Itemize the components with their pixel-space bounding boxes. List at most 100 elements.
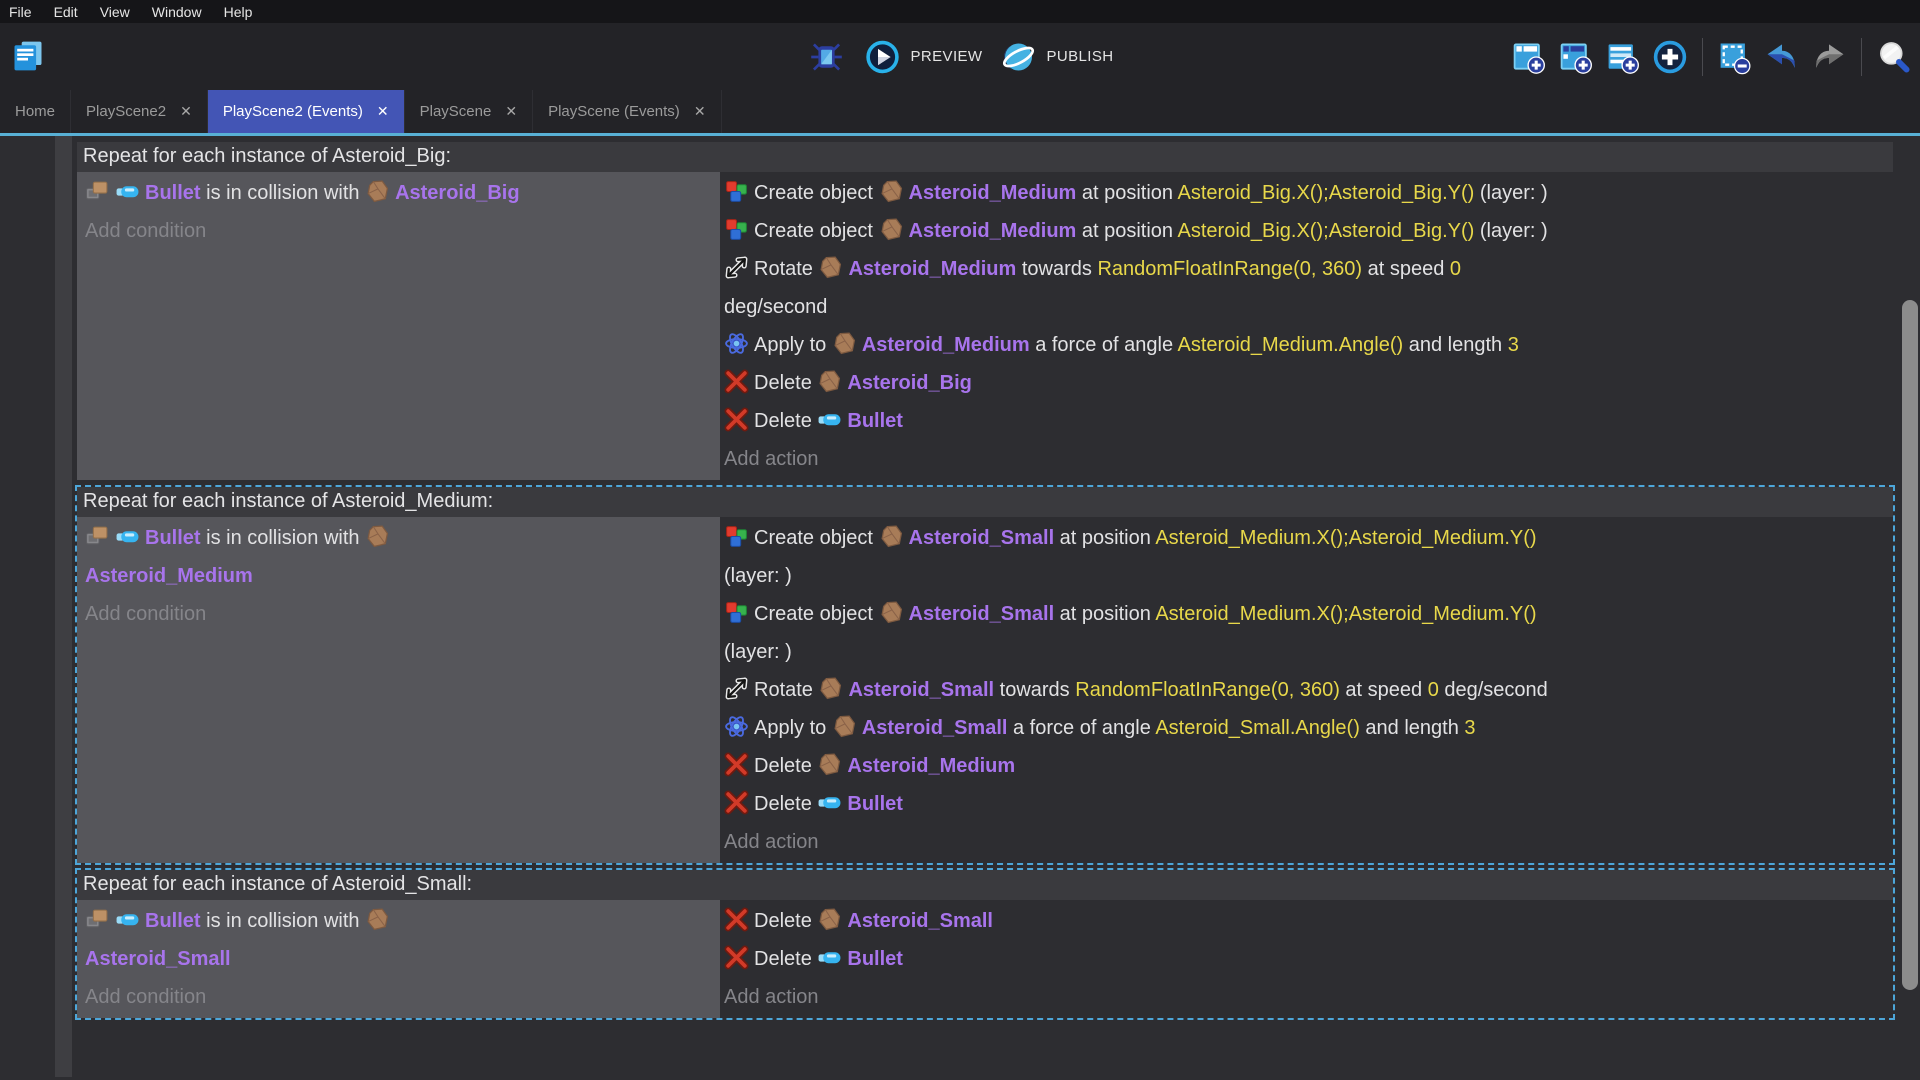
sentence-text: at speed [1362,258,1450,280]
redo-icon[interactable] [1809,37,1849,77]
tab-home[interactable]: Home [0,90,71,133]
object-name: Asteroid_Small [85,948,231,970]
add-action-button[interactable]: Add action [724,440,1883,478]
add-condition-button[interactable]: Add condition [85,212,714,250]
action-row[interactable]: Delete Bullet [724,940,1883,978]
object-name: Bullet [847,793,903,815]
new-scene-icon[interactable] [1509,37,1549,77]
new-external-layout-icon[interactable] [1556,37,1596,77]
publish-button[interactable]: PUBLISH [998,37,1113,77]
asteroid-icon [818,255,843,280]
action-row[interactable]: Create object Asteroid_Medium at positio… [724,174,1883,212]
menu-help[interactable]: Help [213,4,264,20]
add-action-button[interactable]: Add action [724,823,1883,861]
asteroid-icon [817,907,842,932]
sentence-text: (layer: ) [1474,220,1547,242]
asteroid-icon [879,217,904,242]
tab-close-icon[interactable]: ✕ [694,103,706,120]
conditions-column: Bullet is in collision with Asteroid_Big… [77,172,720,480]
menu-window[interactable]: Window [141,4,213,20]
menu-file[interactable]: File [9,4,43,20]
action-row[interactable]: Create object Asteroid_Small at position… [724,519,1883,595]
sentence-text: (layer: ) [724,565,792,587]
vertical-scrollbar[interactable] [1902,300,1918,990]
delete-icon [724,907,749,932]
object-name: Bullet [145,527,201,549]
add-action-button[interactable]: Add action [724,978,1883,1016]
debugger-icon[interactable] [807,37,847,77]
object-name: Asteroid_Medium [847,755,1015,777]
sentence-text: Apply to [754,717,832,739]
sentence-text: Apply to [754,334,832,356]
project-manager-icon[interactable] [8,36,48,76]
create-object-icon [724,524,749,549]
object-name: Asteroid_Medium [848,258,1016,280]
expression-value: RandomFloatInRange(0, 360) [1097,258,1362,280]
condition-row[interactable]: Bullet is in collision with Asteroid_Big [85,174,714,212]
action-row[interactable]: Apply to Asteroid_Medium a force of angl… [724,326,1883,364]
condition-row[interactable]: Bullet is in collision with Asteroid_Sma… [85,902,714,978]
object-name: Asteroid_Small [862,717,1008,739]
tab-close-icon[interactable]: ✕ [180,103,192,120]
tab-close-icon[interactable]: ✕ [505,103,517,120]
action-row[interactable]: Create object Asteroid_Small at position… [724,595,1883,671]
tab-label: PlayScene2 [86,103,166,120]
create-object-icon [724,217,749,242]
action-row[interactable]: Delete Bullet [724,402,1883,440]
add-new-icon[interactable] [1650,37,1690,77]
object-name: Asteroid_Small [848,679,994,701]
actions-column: Create object Asteroid_Small at position… [720,517,1893,863]
add-condition-button[interactable]: Add condition [85,978,714,1016]
tab-playscene2-events-[interactable]: PlayScene2 (Events)✕ [208,90,405,133]
tab-playscene-events-[interactable]: PlayScene (Events)✕ [533,90,721,133]
event-block: Repeat for each instance of Asteroid_Sma… [75,868,1895,1020]
action-row[interactable]: Create object Asteroid_Medium at positio… [724,212,1883,250]
object-name: Bullet [145,910,201,932]
force-icon [724,714,749,739]
menu-view[interactable]: View [89,4,141,20]
sentence-text: deg/second [724,296,827,318]
actions-column: Create object Asteroid_Medium at positio… [720,172,1893,480]
delete-icon [724,790,749,815]
add-condition-button[interactable]: Add condition [85,595,714,633]
delete-icon [724,407,749,432]
search-icon[interactable] [1874,37,1914,77]
action-row[interactable]: Rotate Asteroid_Medium towards RandomFlo… [724,250,1883,326]
sentence-text: Delete [754,410,817,432]
action-row[interactable]: Delete Asteroid_Small [724,902,1883,940]
event-repeat-header[interactable]: Repeat for each instance of Asteroid_Big… [77,142,1893,172]
sentence-text: Delete [754,910,817,932]
tab-playscene2[interactable]: PlayScene2 ✕ [71,90,208,133]
tab-label: PlayScene [420,103,492,120]
object-name: Asteroid_Small [909,527,1055,549]
action-row[interactable]: Delete Asteroid_Big [724,364,1883,402]
create-object-icon [724,179,749,204]
tab-close-icon[interactable]: ✕ [377,103,389,120]
action-row[interactable]: Delete Asteroid_Medium [724,747,1883,785]
expression-value: 0 [1450,258,1461,280]
event-repeat-header[interactable]: Repeat for each instance of Asteroid_Sma… [77,870,1893,900]
new-external-events-icon[interactable] [1603,37,1643,77]
deselect-icon[interactable] [1715,37,1755,77]
object-name: Asteroid_Big [847,372,971,394]
action-row[interactable]: Apply to Asteroid_Small a force of angle… [724,709,1883,747]
event-repeat-header[interactable]: Repeat for each instance of Asteroid_Med… [77,487,1893,517]
condition-row[interactable]: Bullet is in collision with Asteroid_Med… [85,519,714,595]
menu-edit[interactable]: Edit [43,4,89,20]
asteroid-icon [818,676,843,701]
sentence-text: at position [1054,603,1155,625]
sentence-text: Create object [754,182,879,204]
asteroid-icon [365,524,390,549]
tab-playscene[interactable]: PlayScene ✕ [405,90,533,133]
sentence-text: deg/second [1439,679,1548,701]
object-name: Bullet [145,182,201,204]
preview-play-icon [863,37,903,77]
action-row[interactable]: Rotate Asteroid_Small towards RandomFloa… [724,671,1883,709]
events-list: Repeat for each instance of Asteroid_Big… [75,140,1895,1023]
asteroid-icon [365,179,390,204]
preview-button[interactable]: PREVIEW [863,37,983,77]
expression-value: Asteroid_Big.X();Asteroid_Big.Y() [1178,182,1475,204]
sentence-text: towards [994,679,1075,701]
undo-icon[interactable] [1762,37,1802,77]
action-row[interactable]: Delete Bullet [724,785,1883,823]
